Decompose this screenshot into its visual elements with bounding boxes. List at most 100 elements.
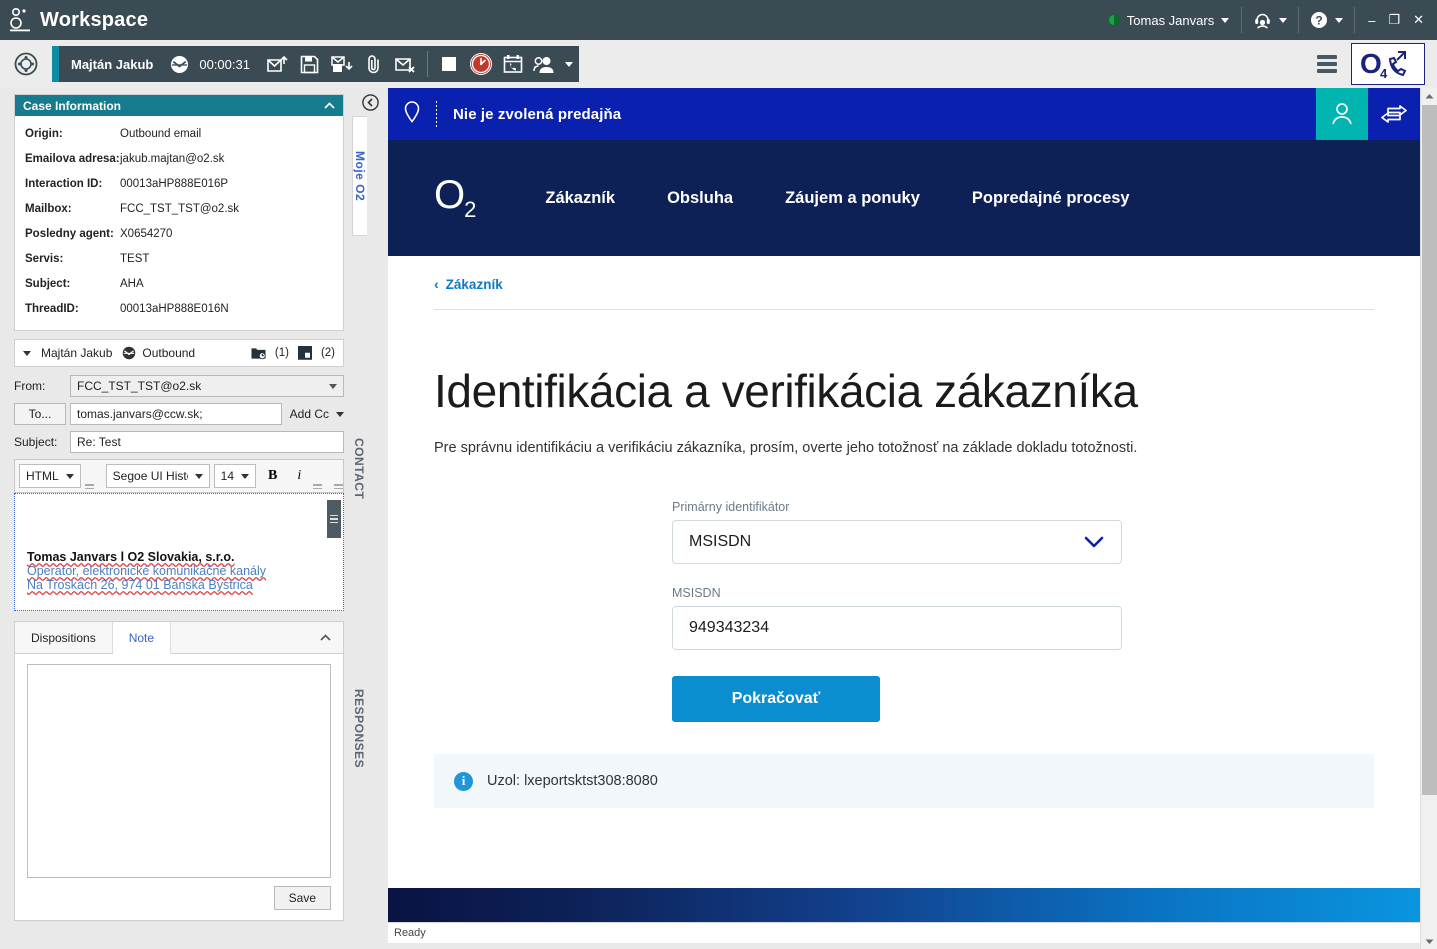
case-value: jakub.majtan@o2.sk bbox=[120, 153, 225, 165]
bottom-tabs-header: Dispositions Note bbox=[15, 622, 343, 654]
scroll-up-icon[interactable] bbox=[1421, 88, 1437, 105]
from-field[interactable]: FCC_TST_TST@o2.sk bbox=[70, 375, 344, 397]
email-compose-form: From: FCC_TST_TST@o2.sk To... tomas.janv… bbox=[14, 375, 344, 611]
target-crosshair-icon[interactable] bbox=[0, 40, 52, 88]
minimize-button[interactable]: – bbox=[1368, 13, 1375, 28]
chevron-down-icon[interactable] bbox=[23, 350, 31, 356]
delete-email-icon[interactable] bbox=[390, 46, 422, 82]
red-clock-icon[interactable] bbox=[465, 46, 497, 82]
note-textarea[interactable] bbox=[27, 664, 331, 878]
case-value: X0654270 bbox=[120, 228, 173, 240]
subject-field[interactable]: Re: Test bbox=[70, 431, 344, 453]
send-email-icon[interactable] bbox=[262, 46, 294, 82]
interaction-timer: 00:00:31 bbox=[199, 56, 250, 72]
case-label: Mailbox: bbox=[25, 203, 72, 215]
save-draft-icon[interactable] bbox=[294, 46, 326, 82]
workspace-app: Workspace Tomas Janvars ? – ❐ ✕ Majtán J… bbox=[0, 0, 1437, 949]
app-title: Workspace bbox=[40, 8, 149, 31]
msisdn-value: 949343234 bbox=[689, 619, 770, 636]
email-channel-icon bbox=[163, 46, 195, 82]
o2-call-widget[interactable]: O 4 bbox=[1351, 43, 1425, 85]
email-body-editor[interactable]: Tomas Janvars l O2 Slovakia, s.r.o. Oper… bbox=[14, 493, 344, 611]
folder-clock-icon[interactable] bbox=[251, 346, 266, 360]
sidebar-item-moje-o2[interactable]: Moje O2 bbox=[352, 116, 367, 236]
swap-arrows-icon[interactable] bbox=[1368, 88, 1420, 140]
hamburger-menu-icon[interactable] bbox=[1317, 55, 1337, 73]
breadcrumb[interactable]: ‹ Zákazník bbox=[434, 256, 1374, 292]
page-title: Identifikácia a verifikácia zákazníka bbox=[434, 365, 1138, 417]
font-family-select[interactable]: Segoe UI Histo bbox=[105, 464, 210, 488]
format-select[interactable]: HTML bbox=[19, 464, 81, 488]
toolbar-overflow-grip-2[interactable] bbox=[334, 484, 344, 489]
save-button[interactable]: Save bbox=[273, 886, 331, 910]
case-row: Posledny agent: X0654270 bbox=[25, 222, 335, 247]
signature-line-3: Na Troskách 26, 974 01 Banská Bystrica bbox=[27, 578, 331, 592]
chevron-up-icon[interactable] bbox=[324, 101, 335, 110]
scroll-down-icon[interactable] bbox=[1421, 933, 1437, 949]
case-value: Outbound email bbox=[120, 128, 202, 140]
signature-text: Na Troskách 26, 974 01 Banská Bystrica bbox=[27, 578, 253, 592]
to-button[interactable]: To... bbox=[14, 403, 66, 425]
panel-side-rail: Moje O2 CONTACT RESPONSES bbox=[352, 88, 388, 949]
primary-identifier-value: MSISDN bbox=[689, 533, 752, 550]
italic-button[interactable]: i bbox=[289, 468, 309, 484]
o2-logo-letter: O bbox=[434, 173, 465, 217]
tab-dispositions[interactable]: Dispositions bbox=[15, 622, 113, 653]
nav-item-zakaznik[interactable]: Zákazník bbox=[519, 189, 641, 208]
toolbar-overflow-grip[interactable] bbox=[84, 484, 94, 489]
scrollbar-thumb[interactable] bbox=[1422, 105, 1437, 795]
signature-text: Operator, elektronické komunikačné kanál… bbox=[27, 564, 267, 578]
titlebar-right-group: Tomas Janvars ? – ❐ ✕ bbox=[1102, 0, 1437, 40]
add-cc-button[interactable]: Add Cc bbox=[290, 407, 344, 421]
to-field[interactable]: tomas.janvars@ccw.sk; bbox=[70, 403, 282, 425]
attach-file-icon[interactable] bbox=[358, 46, 390, 82]
nav-item-zaujem-a-ponuky[interactable]: Záujem a ponuky bbox=[759, 189, 946, 208]
location-pin-icon[interactable] bbox=[388, 100, 436, 128]
chevron-down-icon[interactable] bbox=[329, 383, 337, 389]
collapse-left-icon[interactable] bbox=[352, 88, 388, 116]
nav-item-obsluha[interactable]: Obsluha bbox=[641, 189, 759, 208]
tab-note[interactable]: Note bbox=[112, 622, 172, 654]
case-value: AHA bbox=[120, 278, 144, 290]
editor-scrollbar-thumb[interactable] bbox=[327, 500, 341, 538]
browser-scrollbar[interactable] bbox=[1420, 88, 1437, 949]
from-value: FCC_TST_TST@o2.sk bbox=[77, 379, 202, 393]
case-row: Emailova adresa: jakub.majtan@o2.sk bbox=[25, 147, 335, 172]
move-to-folder-icon[interactable] bbox=[326, 46, 358, 82]
stop-white-square-icon[interactable] bbox=[433, 46, 465, 82]
interaction-party-name: Majtán Jakub bbox=[41, 346, 113, 360]
o2-logo[interactable]: O2 bbox=[434, 175, 519, 221]
chevron-up-icon[interactable] bbox=[320, 633, 331, 642]
bold-button[interactable]: B bbox=[260, 468, 285, 484]
chevron-down-icon[interactable] bbox=[564, 61, 573, 67]
sidebar-item-responses[interactable]: RESPONSES bbox=[352, 676, 366, 781]
nav-item-popredajne-procesy[interactable]: Popredajné procesy bbox=[946, 189, 1156, 208]
schedule-callback-icon[interactable] bbox=[497, 46, 529, 82]
case-row: Subject: AHA bbox=[25, 272, 335, 297]
signature-text: Tomas Janvars l O2 Slovakia, s.r.o. bbox=[27, 550, 235, 564]
maximize-button[interactable]: ❐ bbox=[1388, 12, 1400, 28]
agent-headset-icon bbox=[1253, 11, 1272, 29]
person-icon[interactable] bbox=[1316, 88, 1368, 140]
user-menu[interactable]: Tomas Janvars bbox=[1102, 13, 1241, 28]
case-label: Subject: bbox=[25, 278, 71, 290]
divider bbox=[426, 51, 428, 77]
help-menu[interactable]: ? bbox=[1299, 0, 1354, 40]
case-value: 00013aHP888E016P bbox=[120, 178, 229, 190]
primary-identifier-select[interactable]: MSISDN bbox=[672, 520, 1122, 564]
continue-button[interactable]: Pokračovať bbox=[672, 676, 880, 722]
consult-person-icon[interactable] bbox=[529, 46, 561, 82]
close-button[interactable]: ✕ bbox=[1413, 12, 1424, 28]
case-information-header[interactable]: Case Information bbox=[15, 95, 343, 116]
msisdn-input[interactable]: 949343234 bbox=[672, 606, 1122, 650]
case-row: Origin: Outbound email bbox=[25, 122, 335, 147]
active-interaction-bar[interactable]: Majtán Jakub 00:00:31 bbox=[52, 46, 579, 82]
history-clock-icon[interactable] bbox=[297, 346, 312, 360]
window-controls: – ❐ ✕ bbox=[1355, 12, 1437, 28]
toolbar-overflow-grip[interactable] bbox=[313, 484, 323, 489]
font-size-select[interactable]: 14 bbox=[213, 464, 257, 488]
chevron-down-icon bbox=[336, 411, 344, 417]
sidebar-item-contact[interactable]: CONTACT bbox=[352, 426, 366, 511]
agent-state-menu[interactable] bbox=[1242, 0, 1298, 40]
interaction-summary-row[interactable]: Majtán Jakub Outbound (1) (2) bbox=[14, 339, 344, 367]
